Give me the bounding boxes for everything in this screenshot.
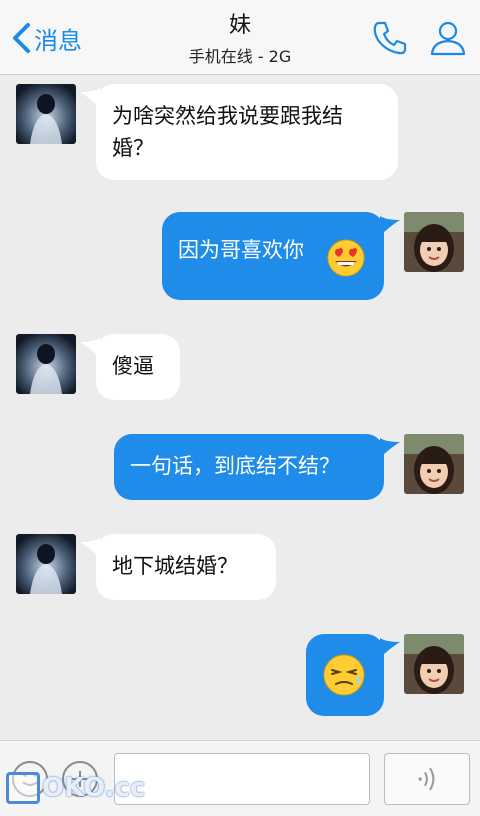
contact-avatar[interactable]	[16, 84, 76, 144]
contact-avatar[interactable]	[16, 534, 76, 594]
message-list[interactable]: 为啥突然给我说要跟我结婚？ 因为哥喜欢你 傻逼 一句话，到底结不结？ 地下城结婚…	[0, 76, 480, 740]
self-avatar-image	[404, 434, 464, 494]
contact-avatar[interactable]	[16, 334, 76, 394]
message-text: 一句话，到底结不结？	[130, 454, 340, 478]
call-button[interactable]	[370, 18, 410, 58]
phone-icon	[373, 21, 407, 55]
heart-eyes-emoji-icon	[327, 239, 365, 277]
contact-avatar-image	[16, 84, 76, 144]
message-bubble-2[interactable]: 因为哥喜欢你	[162, 212, 384, 300]
self-avatar[interactable]	[404, 212, 464, 272]
self-avatar[interactable]	[404, 434, 464, 494]
watermark: OKO.cc	[6, 772, 145, 804]
message-text: 因为哥喜欢你	[178, 238, 304, 262]
self-avatar[interactable]	[404, 634, 464, 694]
message-text: 为啥突然给我说要跟我结婚？	[112, 104, 343, 160]
self-avatar-image	[404, 212, 464, 272]
watermark-logo-icon	[6, 772, 40, 804]
message-input[interactable]	[114, 753, 370, 805]
voice-wave-icon	[418, 767, 435, 791]
watermark-text: OKO.cc	[42, 773, 146, 803]
profile-button[interactable]	[428, 18, 468, 58]
person-icon	[430, 21, 466, 56]
contact-avatar-image	[16, 534, 76, 594]
message-text: 傻逼	[112, 354, 154, 378]
message-bubble-4[interactable]: 一句话，到底结不结？	[114, 434, 384, 500]
back-label: 消息	[34, 26, 82, 55]
title-block: 妹 手机在线 - 2G	[140, 12, 340, 67]
message-text: 地下城结婚？	[112, 554, 238, 578]
contact-avatar-image	[16, 334, 76, 394]
voice-button[interactable]	[384, 753, 470, 805]
chat-header: 消息 妹 手机在线 - 2G	[0, 0, 480, 75]
message-bubble-6[interactable]	[306, 634, 384, 716]
contact-status: 手机在线 - 2G	[188, 47, 292, 66]
message-bubble-5[interactable]: 地下城结婚？	[96, 534, 276, 600]
self-avatar-image	[404, 634, 464, 694]
contact-name: 妹	[228, 13, 251, 38]
chevron-left-icon	[13, 23, 30, 53]
message-bubble-3[interactable]: 傻逼	[96, 334, 180, 400]
back-button[interactable]: 消息	[10, 18, 82, 58]
message-bubble-1[interactable]: 为啥突然给我说要跟我结婚？	[96, 84, 398, 180]
sweat-emoji-icon	[323, 654, 365, 696]
